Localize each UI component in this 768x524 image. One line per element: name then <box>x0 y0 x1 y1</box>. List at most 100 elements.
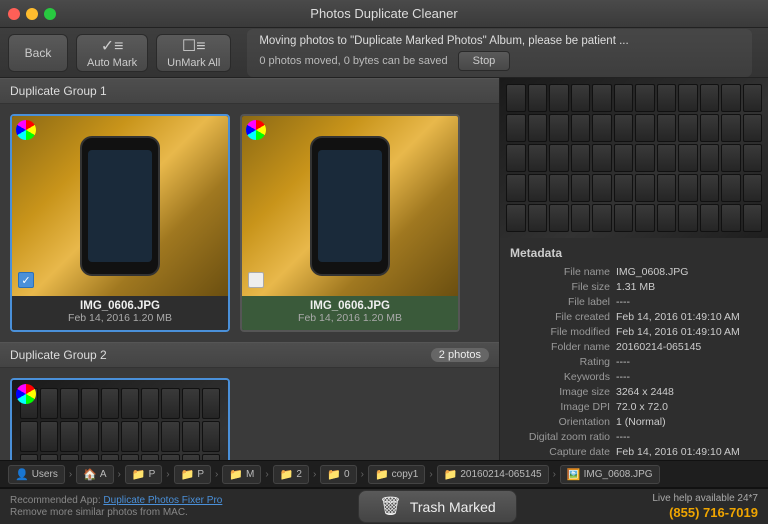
breadcrumb-item[interactable]: 📁P <box>174 465 211 484</box>
trash-icon: 🗑 <box>379 496 402 517</box>
photo-image-area <box>242 116 458 296</box>
trash-marked-button[interactable]: 🗑 Trash Marked <box>358 490 517 523</box>
minimize-button[interactable] <box>26 8 38 20</box>
metadata-row: Orientation1 (Normal) <box>510 416 758 428</box>
breadcrumb-item[interactable]: 📁2 <box>273 465 309 484</box>
meta-value: IMG_0608.JPG <box>616 266 758 278</box>
metadata-row: File modifiedFeb 14, 2016 01:49:10 AM <box>510 326 758 338</box>
breadcrumb-separator: › <box>553 469 556 480</box>
breadcrumb-item[interactable]: 📁copy1 <box>368 465 425 484</box>
photo-checkbox-1[interactable]: ✓ <box>18 272 34 288</box>
live-help-text: Live help available 24*7 <box>652 493 758 504</box>
breadcrumb-item[interactable]: 👤Users <box>8 465 65 484</box>
breadcrumb-label: 2 <box>296 469 302 480</box>
breadcrumb-icon: 🖼️ <box>567 468 581 481</box>
progress-stats: 0 photos moved, 0 bytes can be saved <box>259 55 447 67</box>
back-button[interactable]: Back <box>8 34 68 72</box>
trash-label: Trash Marked <box>410 499 496 515</box>
photo-checkbox-2[interactable] <box>248 272 264 288</box>
metadata-row: Folder name20160214-065145 <box>510 341 758 353</box>
meta-label: Capture date <box>510 446 610 458</box>
meta-value: Feb 14, 2016 01:49:10 AM <box>616 446 758 458</box>
group-2-badge: 2 photos <box>431 348 489 362</box>
meta-value: ---- <box>616 371 758 383</box>
remove-text: Remove more similar photos from MAC. <box>10 507 222 518</box>
meta-label: File created <box>510 311 610 323</box>
breadcrumb-separator: › <box>361 469 364 480</box>
metadata-row: File size 1.31 MB <box>510 281 758 293</box>
photos-app-icon <box>16 384 36 404</box>
title-bar: Photos Duplicate Cleaner <box>0 0 768 28</box>
breadcrumb-item[interactable]: 📁P <box>125 465 162 484</box>
metadata-row: File created Feb 14, 2016 01:49:10 AM <box>510 311 758 323</box>
breadcrumb-label: P <box>197 469 204 480</box>
photos-app-icon <box>16 120 36 140</box>
metadata-panel: Metadata File nameIMG_0608.JPGFile size1… <box>500 238 768 460</box>
breadcrumb-icon: 📁 <box>181 468 195 481</box>
preview-keyboard <box>500 78 768 238</box>
metadata-row: Capture date Feb 14, 2016 01:49:10 AM <box>510 446 758 458</box>
group-header-2: Duplicate Group 2 2 photos <box>0 342 499 368</box>
keyboard-image <box>12 380 228 460</box>
photo-name: IMG_0606.JPG <box>18 300 222 312</box>
group-2-title: Duplicate Group 2 <box>10 348 107 362</box>
auto-mark-icon: ✓≡ <box>101 36 124 56</box>
unmark-all-button[interactable]: ☐≡ UnMark All <box>156 34 231 72</box>
photo-item[interactable]: IMG_0606.JPG Feb 14, 2016 1.20 MB <box>240 114 460 332</box>
right-panel: Metadata File nameIMG_0608.JPGFile size1… <box>500 78 768 460</box>
maximize-button[interactable] <box>44 8 56 20</box>
breadcrumb-item[interactable]: 🖼️IMG_0608.JPG <box>560 465 660 484</box>
breadcrumb-item[interactable]: 📁20160214-065145 <box>437 465 549 484</box>
metadata-row: Keywords---- <box>510 371 758 383</box>
meta-value: ---- <box>616 296 758 308</box>
meta-label: File size <box>510 281 610 293</box>
meta-value: ---- <box>616 356 758 368</box>
meta-label: Folder name <box>510 341 610 353</box>
metadata-rows: File nameIMG_0608.JPGFile size1.31 MBFil… <box>510 266 758 460</box>
metadata-row: Digital zoom ratio---- <box>510 431 758 443</box>
checkbox-checked-icon: ✓ <box>18 272 34 288</box>
window-title: Photos Duplicate Cleaner <box>310 6 457 21</box>
meta-label: File name <box>510 266 610 278</box>
stop-button[interactable]: Stop <box>458 51 511 71</box>
breadcrumb-separator: › <box>215 469 218 480</box>
breadcrumb-label: IMG_0608.JPG <box>584 469 653 480</box>
breadcrumb-separator: › <box>265 469 268 480</box>
breadcrumb-icon: 👤 <box>15 468 29 481</box>
photo-meta: Feb 14, 2016 1.20 MB <box>18 312 222 324</box>
close-button[interactable] <box>8 8 20 20</box>
phone-screen <box>88 150 152 262</box>
photo-item[interactable]: IMG_0606.JPG Feb 14, 2016 1.20 MB ✓ <box>10 114 230 332</box>
meta-label: Image size <box>510 386 610 398</box>
breadcrumb-separator: › <box>313 469 316 480</box>
auto-mark-button[interactable]: ✓≡ Auto Mark <box>76 34 148 72</box>
preview-area <box>500 78 768 238</box>
photos-grid-2: IMG_0608.JPG Feb 14, 2016 1.31 MB <box>0 368 499 460</box>
meta-value: 3264 x 2448 <box>616 386 758 398</box>
breadcrumb-icon: 📁 <box>229 468 243 481</box>
photo-item[interactable]: IMG_0608.JPG Feb 14, 2016 1.31 MB <box>10 378 230 460</box>
metadata-row: Rating---- <box>510 356 758 368</box>
meta-label: File label <box>510 296 610 308</box>
phone-shape <box>310 136 390 276</box>
breadcrumb-item[interactable]: 📁0 <box>320 465 356 484</box>
checkbox-unchecked-icon <box>248 272 264 288</box>
breadcrumb-label: copy1 <box>392 469 419 480</box>
meta-value: Feb 14, 2016 01:49:10 AM <box>616 311 758 323</box>
breadcrumb: 👤Users›🏠A›📁P›📁P›📁M›📁2›📁0›📁copy1›📁2016021… <box>8 465 660 484</box>
breadcrumb-separator: › <box>118 469 121 480</box>
breadcrumb-item[interactable]: 🏠A <box>76 465 113 484</box>
breadcrumb-item[interactable]: 📁M <box>222 465 261 484</box>
breadcrumb-label: Users <box>32 469 58 480</box>
meta-label: File modified <box>510 326 610 338</box>
phone-number: (855) 716-7019 <box>669 505 758 520</box>
photo-info: IMG_0606.JPG Feb 14, 2016 1.20 MB <box>12 296 228 330</box>
breadcrumb-label: 20160214-065145 <box>460 469 541 480</box>
breadcrumb-icon: 📁 <box>327 468 341 481</box>
recommended-link[interactable]: Duplicate Photos Fixer Pro <box>103 495 222 506</box>
metadata-row: File name IMG_0608.JPG <box>510 266 758 278</box>
meta-value: 1.31 MB <box>616 281 758 293</box>
progress-message: Moving photos to "Duplicate Marked Photo… <box>259 35 740 47</box>
breadcrumb-separator: › <box>166 469 169 480</box>
photo-image-area <box>12 116 228 296</box>
